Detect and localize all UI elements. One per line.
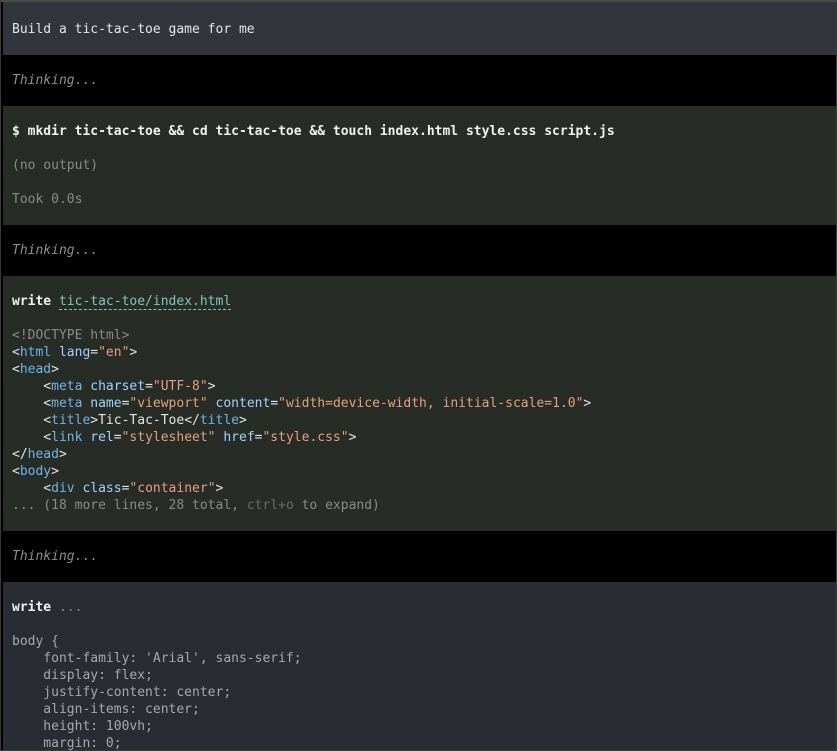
thinking-block: Thinking... [3, 225, 836, 276]
thinking-block: Thinking... [3, 55, 836, 106]
user-message-block: Build a tic-tac-toe game for me [3, 2, 836, 55]
thinking-label: Thinking... [12, 549, 99, 564]
code-line: align-items: center; [12, 702, 200, 717]
write-verb: write [12, 600, 52, 615]
code-line: <head> [12, 362, 59, 377]
write-header: write ... [12, 599, 82, 616]
write-header: write tic-tac-toe/index.html [12, 293, 232, 310]
code-line: height: 100vh; [12, 719, 153, 734]
code-line: <meta charset="UTF-8"> [12, 379, 216, 394]
user-message-text: Build a tic-tac-toe game for me [12, 22, 255, 37]
code-line: <body> [12, 464, 59, 479]
thinking-label: Thinking... [12, 73, 99, 88]
bash-command: $ mkdir tic-tac-toe && cd tic-tac-toe &&… [12, 124, 615, 139]
file-path-link[interactable]: tic-tac-toe/index.html [58, 294, 232, 310]
code-line: <!DOCTYPE html> [12, 328, 130, 343]
code-line: <title>Tic-Tac-Toe</title> [12, 413, 247, 428]
code-line: <link rel="stylesheet" href="style.css"> [12, 430, 357, 445]
thinking-block: Thinking... [3, 531, 836, 582]
code-line: font-family: 'Arial', sans-serif; [12, 651, 302, 666]
code-line: <html lang="en"> [12, 345, 138, 360]
bash-duration: Took 0.0s [12, 192, 83, 207]
write-tool-block: write ... body { font-family: 'Arial', s… [3, 582, 836, 751]
bash-output: (no output) [12, 158, 99, 173]
code-line: justify-content: center; [12, 685, 232, 700]
code-line: display: flex; [12, 668, 153, 683]
thinking-label: Thinking... [12, 243, 99, 258]
code-line: </head> [12, 447, 67, 462]
write-verb: write [12, 294, 52, 309]
code-line: body { [12, 634, 59, 649]
shortcut-key: ctrl+o [246, 498, 294, 513]
code-line: margin: 0; [12, 736, 122, 751]
bash-tool-block: $ mkdir tic-tac-toe && cd tic-tac-toe &&… [3, 106, 836, 225]
expand-hint[interactable]: ... (18 more lines, 28 total, ctrl+o to … [12, 497, 380, 514]
code-line: <meta name="viewport" content="width=dev… [12, 396, 592, 411]
code-line: <div class="container"> [12, 481, 224, 496]
terminal-window: Build a tic-tac-toe game for me Thinking… [0, 0, 837, 751]
file-path-pending: ... [58, 600, 83, 615]
write-tool-block: write tic-tac-toe/index.html <!DOCTYPE h… [3, 276, 836, 531]
